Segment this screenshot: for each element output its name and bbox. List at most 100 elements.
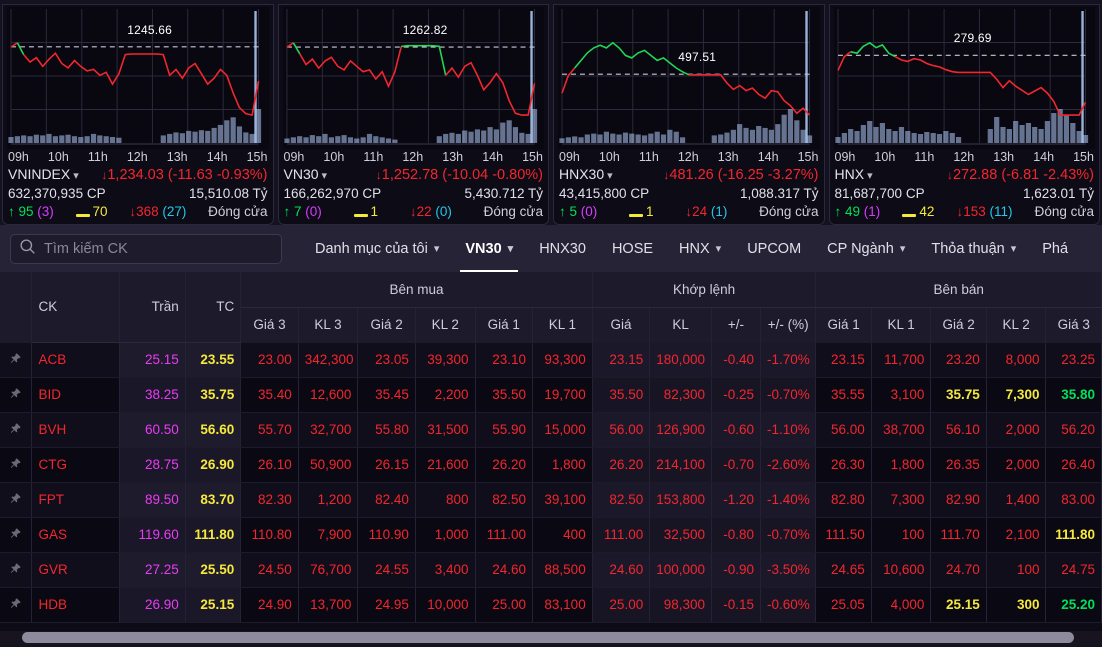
col-group-tr-n[interactable]: Trần (119, 272, 185, 342)
buy-cell: 15,000 (533, 412, 593, 447)
tab-upcom[interactable]: UPCOM (734, 225, 814, 272)
pin-icon[interactable] (0, 482, 32, 517)
table-row[interactable]: BID38.2535.7535.4012,60035.452,20035.501… (0, 377, 1102, 412)
ceiling-price-cell: 38.25 (119, 377, 185, 412)
pin-icon[interactable] (0, 342, 32, 377)
symbol-cell[interactable]: ACB (32, 342, 119, 377)
index-summary: HNX▾ ↓272.88 (-6.81 -2.43%) 81,687,700 C… (830, 164, 1100, 223)
tab-hose[interactable]: HOSE (599, 225, 666, 272)
index-card-hnx[interactable]: 279.69 09h10h11h12h13h14h15h HNX▾ ↓272.8… (829, 4, 1101, 225)
col-kl-2[interactable]: KL 2 (415, 307, 475, 342)
horizontal-scrollbar[interactable] (0, 631, 1102, 645)
table-row[interactable]: FPT89.5083.7082.301,20082.4080082.5039,1… (0, 482, 1102, 517)
buy-cell: 13,700 (298, 587, 358, 622)
buy-cell: 55.80 (358, 412, 416, 447)
col-group-b-n-b-n[interactable]: Bên bán (816, 272, 1102, 307)
index-card-vnindex[interactable]: 1245.66 09h10h11h12h13h14h15h VNINDEX▾ ↓… (2, 4, 274, 225)
index-volume: 81,687,700 CP (835, 185, 925, 203)
sell-cell: 25.15 (931, 587, 986, 622)
pin-icon[interactable] (0, 587, 32, 622)
scrollbar-thumb[interactable] (22, 632, 1074, 643)
col-gi-1[interactable]: Giá 1 (816, 307, 871, 342)
sell-cell: 82.90 (931, 482, 986, 517)
index-name-dropdown[interactable]: VNINDEX▾ (8, 165, 79, 185)
col-group-b-n-mua[interactable]: Bên mua (241, 272, 592, 307)
buy-cell: 55.70 (241, 412, 299, 447)
tab-hnx30[interactable]: HNX30 (526, 225, 599, 272)
col-group-kh-p-l-nh[interactable]: Khớp lệnh (592, 272, 816, 307)
index-value: 1,088.317 Tỷ (740, 185, 819, 203)
pin-icon[interactable] (0, 447, 32, 482)
chevron-down-icon: ▾ (73, 170, 79, 182)
table-row[interactable]: HDB26.9025.1524.9013,70024.9510,00025.00… (0, 587, 1102, 622)
table-row[interactable]: BVH60.5056.6055.7032,70055.8031,50055.90… (0, 412, 1102, 447)
time-tick: 15h (1073, 150, 1094, 164)
col-gi-3[interactable]: Giá 3 (1046, 307, 1102, 342)
match-cell: 100,000 (650, 552, 712, 587)
search-box[interactable] (10, 234, 282, 264)
index-name-dropdown[interactable]: VN30▾ (284, 165, 328, 185)
col-kl-2[interactable]: KL 2 (986, 307, 1046, 342)
col-group-ck[interactable]: CK (32, 272, 119, 342)
col-gi-2[interactable]: Giá 2 (931, 307, 986, 342)
tab-vn30[interactable]: VN30▾ (452, 225, 526, 272)
match-cell: 214,100 (650, 447, 712, 482)
buy-cell: 23.10 (475, 342, 533, 377)
pin-icon[interactable] (0, 377, 32, 412)
price-board[interactable]: CKTrầnTCBên muaKhớp lệnhBên bán Giá 3KL … (0, 272, 1102, 645)
ceiling-price-cell: 60.50 (119, 412, 185, 447)
sell-cell: 56.00 (816, 412, 871, 447)
col-kl-3[interactable]: KL 3 (298, 307, 358, 342)
tab-label: HNX30 (539, 241, 586, 257)
col-kl[interactable]: KL (650, 307, 712, 342)
chevron-down-icon: ▾ (867, 170, 873, 182)
tab-th-a-thu-n[interactable]: Thỏa thuận▾ (918, 225, 1029, 272)
symbol-cell[interactable]: FPT (32, 482, 119, 517)
pin-icon[interactable] (0, 412, 32, 447)
symbol-cell[interactable]: CTG (32, 447, 119, 482)
col-gi-2[interactable]: Giá 2 (358, 307, 416, 342)
index-summary: VN30▾ ↓1,252.78 (-10.04 -0.80%) 166,262,… (279, 164, 549, 223)
pin-icon[interactable] (0, 552, 32, 587)
index-volume: 43,415,800 CP (559, 185, 649, 203)
col-group-tc[interactable]: TC (185, 272, 240, 342)
time-axis: 09h10h11h12h13h14h15h (830, 149, 1100, 164)
tab-cp-ng-nh[interactable]: CP Ngành▾ (814, 225, 918, 272)
col-[interactable]: +/- (%) (760, 307, 815, 342)
index-value: 15,510.08 Tỷ (189, 185, 268, 203)
index-name-dropdown[interactable]: HNX▾ (835, 165, 873, 185)
buy-cell: 24.50 (241, 552, 299, 587)
col-gi[interactable]: Giá (592, 307, 650, 342)
table-row[interactable]: GAS119.60111.80110.807,900110.901,000111… (0, 517, 1102, 552)
match-cell: -0.70% (760, 377, 815, 412)
symbol-cell[interactable]: HDB (32, 587, 119, 622)
table-row[interactable]: ACB25.1523.5523.00342,30023.0539,30023.1… (0, 342, 1102, 377)
search-input[interactable] (44, 241, 273, 257)
sell-cell: 35.80 (1046, 377, 1102, 412)
sell-cell: 38,700 (871, 412, 931, 447)
index-card-hnx30[interactable]: 497.51 09h10h11h12h13h14h15h HNX30▾ ↓481… (553, 4, 825, 225)
col-kl-1[interactable]: KL 1 (533, 307, 593, 342)
sell-cell: 4,000 (871, 587, 931, 622)
tab-danh-m-c-c-a-t-i[interactable]: Danh mục của tôi▾ (302, 225, 452, 272)
symbol-cell[interactable]: BVH (32, 412, 119, 447)
index-name-dropdown[interactable]: HNX30▾ (559, 165, 613, 185)
buy-cell: 25.00 (475, 587, 533, 622)
col-kl-1[interactable]: KL 1 (871, 307, 931, 342)
index-card-vn30[interactable]: 1262.82 09h10h11h12h13h14h15h VN30▾ ↓1,2… (278, 4, 550, 225)
pin-icon[interactable] (0, 517, 32, 552)
reference-price-cell: 35.75 (185, 377, 240, 412)
symbol-cell[interactable]: GAS (32, 517, 119, 552)
col-gi-3[interactable]: Giá 3 (241, 307, 299, 342)
symbol-cell[interactable]: GVR (32, 552, 119, 587)
tab-hnx[interactable]: HNX▾ (666, 225, 734, 272)
match-cell: 35.50 (592, 377, 650, 412)
buy-cell: 23.05 (358, 342, 416, 377)
table-row[interactable]: CTG28.7526.9026.1050,90026.1521,60026.20… (0, 447, 1102, 482)
reference-price-cell: 111.80 (185, 517, 240, 552)
col-gi-1[interactable]: Giá 1 (475, 307, 533, 342)
col-[interactable]: +/- (712, 307, 761, 342)
tab-ph[interactable]: Phá (1029, 225, 1081, 272)
symbol-cell[interactable]: BID (32, 377, 119, 412)
table-row[interactable]: GVR27.2525.5024.5076,70024.553,40024.608… (0, 552, 1102, 587)
